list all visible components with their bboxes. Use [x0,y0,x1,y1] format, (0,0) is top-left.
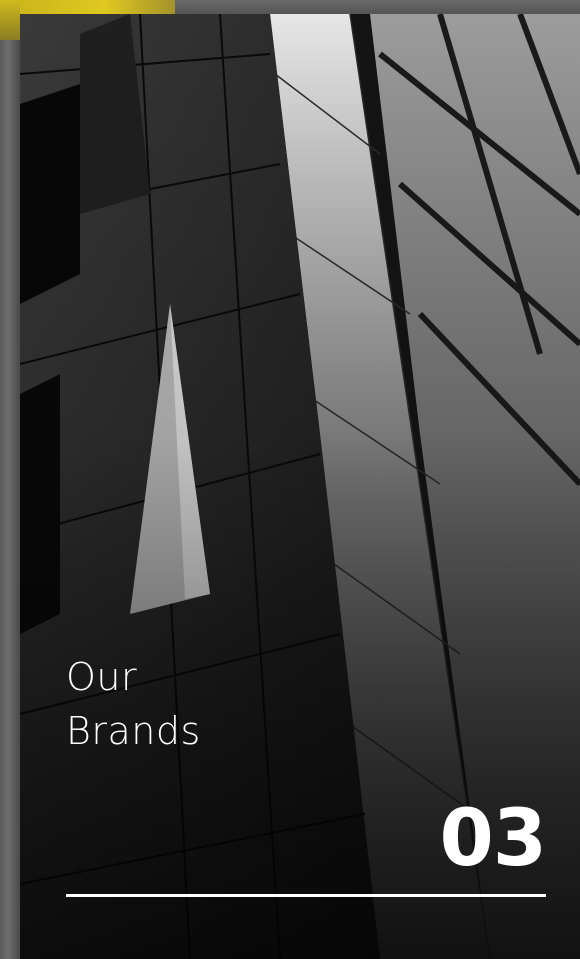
title-line-2: Brands [66,709,201,753]
accent-strip [0,0,175,14]
section-title: Our Brands [66,650,201,758]
brands-card[interactable]: Our Brands 03 [20,14,580,959]
accent-strip-left [0,0,20,40]
divider-line [66,894,546,897]
brands-slide: Our Brands 03 [0,0,580,959]
section-number: 03 [439,794,547,884]
title-line-1: Our [66,655,138,699]
